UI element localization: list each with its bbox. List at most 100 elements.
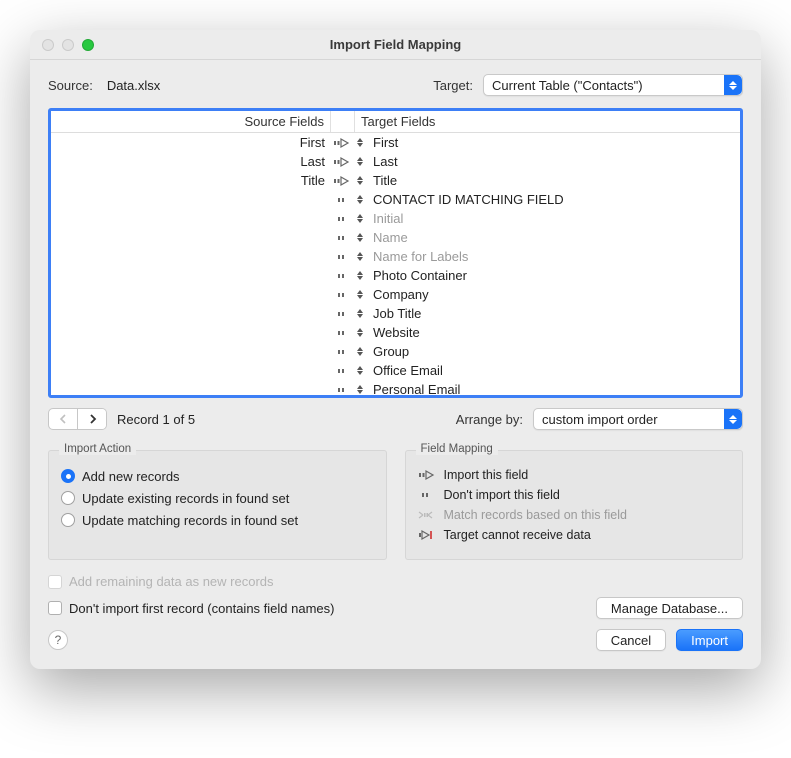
mapping-row[interactable]: Name for Labels bbox=[51, 247, 740, 266]
target-select[interactable]: Current Table ("Contacts") bbox=[483, 74, 743, 96]
mapping-arrow-icon[interactable] bbox=[331, 365, 355, 377]
mapping-row[interactable]: Website bbox=[51, 323, 740, 342]
legend-import-label: Import this field bbox=[444, 468, 529, 482]
mapping-arrow-icon[interactable] bbox=[331, 156, 355, 168]
mapping-row[interactable]: Initial bbox=[51, 209, 740, 228]
radio-update-existing-label: Update existing records in found set bbox=[82, 491, 289, 506]
target-field-cell: First bbox=[369, 135, 740, 150]
reorder-handle-icon[interactable] bbox=[355, 214, 369, 223]
target-select-value: Current Table ("Contacts") bbox=[492, 78, 724, 93]
source-field-cell: First bbox=[51, 135, 331, 150]
mapping-arrow-icon[interactable] bbox=[331, 289, 355, 301]
dont-import-first-label: Don't import first record (contains fiel… bbox=[69, 601, 334, 616]
mapping-arrow-icon[interactable] bbox=[331, 308, 355, 320]
target-field-cell: Office Email bbox=[369, 363, 740, 378]
mapping-arrow-icon[interactable] bbox=[331, 327, 355, 339]
reorder-handle-icon[interactable] bbox=[355, 366, 369, 375]
target-field-cell: CONTACT ID MATCHING FIELD bbox=[369, 192, 740, 207]
manage-database-button[interactable]: Manage Database... bbox=[596, 597, 743, 619]
import-button[interactable]: Import bbox=[676, 629, 743, 651]
arrange-by-select[interactable]: custom import order bbox=[533, 408, 743, 430]
mapping-arrow-icon[interactable] bbox=[331, 194, 355, 206]
legend-skip-icon bbox=[418, 489, 444, 501]
column-header-source[interactable]: Source Fields bbox=[51, 111, 331, 132]
mapping-arrow-icon[interactable] bbox=[331, 137, 355, 149]
add-remaining-checkbox bbox=[48, 575, 62, 589]
mapping-row[interactable]: Title Title bbox=[51, 171, 740, 190]
mapping-row[interactable]: CONTACT ID MATCHING FIELD bbox=[51, 190, 740, 209]
mapping-arrow-icon[interactable] bbox=[331, 270, 355, 282]
mapping-arrow-icon[interactable] bbox=[331, 213, 355, 225]
window-title: Import Field Mapping bbox=[30, 37, 761, 52]
field-mapping-list[interactable]: Source Fields Target Fields First First La… bbox=[48, 108, 743, 398]
record-prev-button[interactable] bbox=[49, 409, 77, 429]
mapping-row[interactable]: Personal Email bbox=[51, 380, 740, 395]
source-value: Data.xlsx bbox=[107, 78, 160, 93]
reorder-handle-icon[interactable] bbox=[355, 252, 369, 261]
reorder-handle-icon[interactable] bbox=[355, 157, 369, 166]
radio-update-matching-label: Update matching records in found set bbox=[82, 513, 298, 528]
target-field-cell: Company bbox=[369, 287, 740, 302]
target-field-cell: Photo Container bbox=[369, 268, 740, 283]
reorder-handle-icon[interactable] bbox=[355, 271, 369, 280]
arrange-by-value: custom import order bbox=[542, 412, 724, 427]
target-field-cell: Title bbox=[369, 173, 740, 188]
reorder-handle-icon[interactable] bbox=[355, 233, 369, 242]
reorder-handle-icon[interactable] bbox=[355, 176, 369, 185]
mapping-row[interactable]: Group bbox=[51, 342, 740, 361]
column-header-target[interactable]: Target Fields bbox=[355, 111, 740, 132]
radio-update-existing[interactable] bbox=[61, 491, 75, 505]
mapping-row[interactable]: LastLast bbox=[51, 152, 740, 171]
legend-blocked-label: Target cannot receive data bbox=[444, 528, 591, 542]
source-field-cell: Title bbox=[51, 173, 331, 188]
mapping-row[interactable]: Name bbox=[51, 228, 740, 247]
radio-add-new-label: Add new records bbox=[82, 469, 180, 484]
dont-import-first-checkbox[interactable] bbox=[48, 601, 62, 615]
record-next-button[interactable] bbox=[78, 409, 106, 429]
target-label: Target: bbox=[433, 78, 473, 93]
radio-add-new[interactable] bbox=[61, 469, 75, 483]
titlebar: Import Field Mapping bbox=[30, 30, 761, 60]
cancel-button[interactable]: Cancel bbox=[596, 629, 666, 651]
mapping-arrow-icon[interactable] bbox=[331, 232, 355, 244]
import-action-panel: Import Action Add new records Update exi… bbox=[48, 450, 387, 560]
legend-skip-label: Don't import this field bbox=[444, 488, 560, 502]
legend-blocked-icon bbox=[418, 529, 444, 541]
mapping-arrow-icon[interactable] bbox=[331, 346, 355, 358]
target-field-cell: Group bbox=[369, 344, 740, 359]
radio-update-matching[interactable] bbox=[61, 513, 75, 527]
target-field-cell: Website bbox=[369, 325, 740, 340]
reorder-handle-icon[interactable] bbox=[355, 138, 369, 147]
mapping-row[interactable]: Job Title bbox=[51, 304, 740, 323]
reorder-handle-icon[interactable] bbox=[355, 347, 369, 356]
legend-match-icon bbox=[418, 509, 444, 521]
reorder-handle-icon[interactable] bbox=[355, 309, 369, 318]
mapping-row[interactable]: First First bbox=[51, 133, 740, 152]
target-field-cell: Last bbox=[369, 154, 740, 169]
source-label: Source: bbox=[48, 78, 93, 93]
reorder-handle-icon[interactable] bbox=[355, 195, 369, 204]
help-button[interactable]: ? bbox=[48, 630, 68, 650]
target-field-cell: Job Title bbox=[369, 306, 740, 321]
add-remaining-label: Add remaining data as new records bbox=[69, 574, 274, 589]
mapping-arrow-icon[interactable] bbox=[331, 251, 355, 263]
reorder-handle-icon[interactable] bbox=[355, 328, 369, 337]
mapping-arrow-icon[interactable] bbox=[331, 384, 355, 396]
arrange-by-label: Arrange by: bbox=[456, 412, 523, 427]
reorder-handle-icon[interactable] bbox=[355, 290, 369, 299]
target-field-cell: Initial bbox=[369, 211, 740, 226]
mapping-arrow-icon[interactable] bbox=[331, 175, 355, 187]
target-field-cell: Personal Email bbox=[369, 382, 740, 395]
mapping-row[interactable]: Office Email bbox=[51, 361, 740, 380]
target-field-cell: Name for Labels bbox=[369, 249, 740, 264]
add-remaining-row: Add remaining data as new records bbox=[48, 574, 743, 589]
legend-import-icon bbox=[418, 469, 444, 481]
mapping-row[interactable]: Photo Container bbox=[51, 266, 740, 285]
reorder-handle-icon[interactable] bbox=[355, 385, 369, 394]
mapping-row[interactable]: Company bbox=[51, 285, 740, 304]
field-mapping-title: Field Mapping bbox=[416, 443, 498, 455]
import-action-title: Import Action bbox=[59, 443, 136, 455]
dropdown-arrows-icon bbox=[724, 75, 742, 95]
record-counter: Record 1 of 5 bbox=[117, 412, 195, 427]
target-field-cell: Name bbox=[369, 230, 740, 245]
